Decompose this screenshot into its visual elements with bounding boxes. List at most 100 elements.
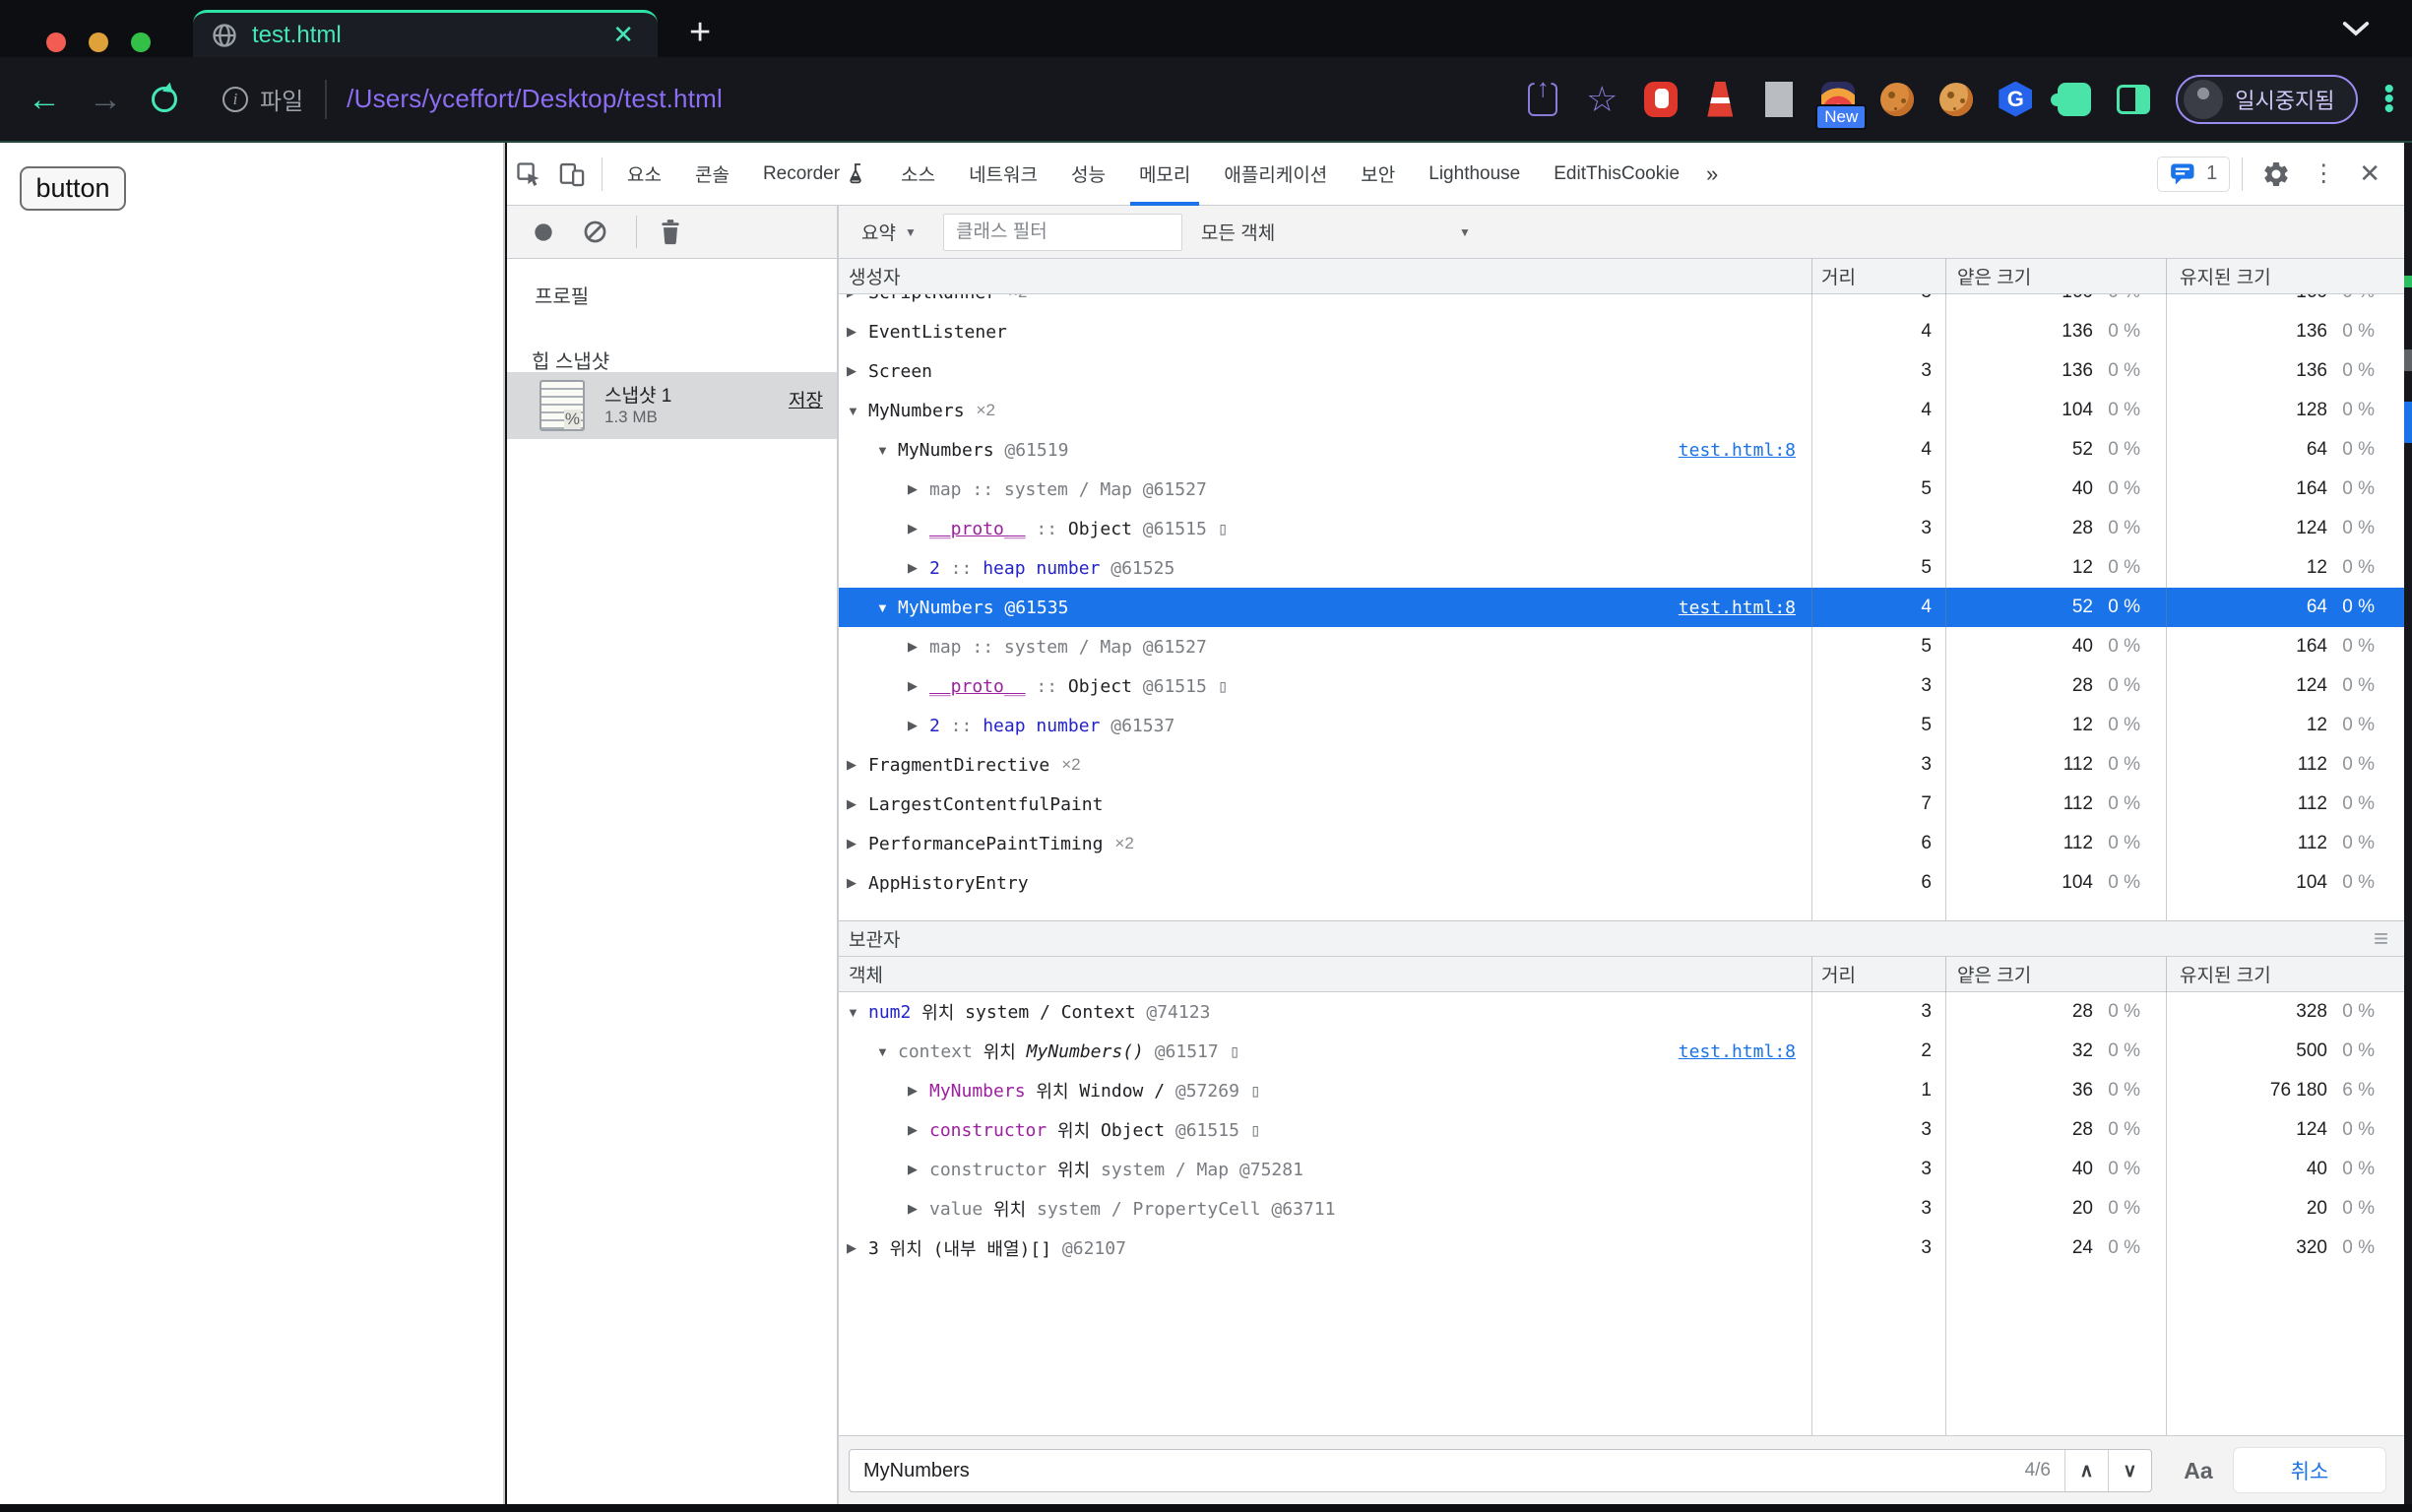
device-toolbar-icon[interactable] (550, 153, 594, 196)
expand-arrow-icon[interactable]: ▶ (908, 678, 929, 694)
share-icon[interactable] (1526, 82, 1559, 116)
tab-search-chevron-icon[interactable] (2341, 18, 2371, 39)
cookie-icon[interactable] (1880, 82, 1915, 116)
perspective-select[interactable]: 요약 ▼ (861, 206, 917, 258)
retainers-splitter[interactable]: 보관자 ≡ (839, 920, 2404, 957)
devtools-tab-5[interactable]: 성능 (1054, 143, 1122, 206)
constructor-row[interactable]: ▶ __proto__ :: Object @61515 ▯ 3 28 0 % 124 0 … (839, 666, 2404, 706)
browser-menu-icon[interactable]: • • • (2383, 74, 2394, 123)
class-filter-input[interactable] (943, 214, 1182, 251)
constructor-row-selected[interactable]: ▼ MyNumbers @61535 test.html:8 4 52 0 % 64 0 % (839, 588, 2404, 627)
expand-arrow-icon[interactable]: ▶ (908, 718, 929, 733)
constructor-row[interactable]: ▶ LargestContentfulPaint 7 112 0 % 112 0 % (839, 785, 2404, 824)
expand-arrow-icon[interactable]: ▶ (847, 836, 868, 851)
retainer-row[interactable]: ▼ num2 위치 system / Context @74123 3 28 0 % 32… (839, 992, 2404, 1032)
devtools-menu-icon[interactable]: ⋮ (2302, 159, 2345, 188)
source-link[interactable]: test.html:8 (1679, 1041, 1811, 1062)
collapse-arrow-icon[interactable]: ▼ (847, 404, 868, 418)
devtools-tab-7[interactable]: 애플리케이션 (1207, 143, 1344, 206)
col-shallow-size2[interactable]: 얕은 크기 (1945, 961, 2166, 987)
devtools-tab-8[interactable]: 보안 (1344, 143, 1412, 206)
constructor-row[interactable]: ▶ PerformancePaintTiming ×2 6 112 0 % 112 0 % (839, 824, 2404, 863)
expand-arrow-icon[interactable]: ▶ (847, 757, 868, 773)
record-heap-snapshot-button[interactable] (531, 206, 556, 258)
snapshot-save-link[interactable]: 저장 (789, 386, 823, 412)
retainer-row[interactable]: ▶ MyNumbers 위치 Window / @57269 ▯ 1 36 0 % 76 … (839, 1071, 2404, 1110)
issues-button[interactable]: 1 (2157, 156, 2231, 192)
grammarly-icon[interactable]: G (1999, 81, 2033, 117)
clear-profiles-button[interactable] (582, 206, 608, 258)
address-url[interactable]: /Users/yceffort/Desktop/test.html (347, 84, 723, 114)
constructor-row[interactable]: ▼ MyNumbers @61519 test.html:8 4 52 0 % 64 0 % (839, 430, 2404, 470)
constructor-row[interactable]: ▶ Screen 3 136 0 % 136 0 % (839, 351, 2404, 391)
col-constructor[interactable]: 생성자 (839, 263, 1811, 289)
expand-arrow-icon[interactable]: ▶ (847, 294, 868, 300)
new-tab-button[interactable]: + (689, 14, 711, 51)
settings-gear-icon[interactable] (2254, 153, 2298, 196)
lighthouse-ext-icon[interactable] (1703, 81, 1737, 117)
constructor-row[interactable]: ▼ MyNumbers ×2 4 104 0 % 128 0 % (839, 391, 2404, 430)
splitter-grip-icon[interactable]: ≡ (2374, 923, 2404, 954)
devtools-tab-2[interactable]: Recorder (746, 143, 884, 206)
constructor-row[interactable]: ▶ map :: system / Map @61527 5 40 0 % 164 0 % (839, 627, 2404, 666)
devtools-tab-1[interactable]: 콘솔 (678, 143, 746, 206)
constructor-row[interactable]: ▶ EventListener 4 136 0 % 136 0 % (839, 312, 2404, 351)
devtools-tab-10[interactable]: EditThisCookie (1537, 143, 1696, 206)
expand-arrow-icon[interactable]: ▶ (908, 1162, 929, 1177)
inspect-element-icon[interactable] (507, 153, 550, 196)
collapse-arrow-icon[interactable]: ▼ (876, 1044, 898, 1059)
arc-icon[interactable]: New (1815, 81, 1868, 130)
retainer-row[interactable]: ▶ constructor 위치 Object @61515 ▯ 3 28 0 % 124… (839, 1110, 2404, 1150)
expand-arrow-icon[interactable]: ▶ (908, 639, 929, 655)
bookmark-star-icon[interactable]: ☆ (1585, 79, 1619, 119)
back-button[interactable]: ← (28, 83, 61, 116)
expand-arrow-icon[interactable]: ▶ (908, 481, 929, 497)
objects-filter-arrow-icon[interactable]: ▼ (1450, 206, 1471, 258)
expand-arrow-icon[interactable]: ▶ (908, 1122, 929, 1138)
retainer-row[interactable]: ▶ constructor 위치 system / Map @75281 3 40 0 … (839, 1150, 2404, 1189)
retainer-row[interactable]: ▼ context 위치 MyNumbers() @61517 ▯ test.htm… (839, 1032, 2404, 1071)
col-retained-size2[interactable]: 유지된 크기 (2166, 961, 2404, 987)
col-object[interactable]: 객체 (839, 961, 1811, 987)
devtools-close-icon[interactable]: ✕ (2349, 158, 2390, 189)
browser-tab[interactable]: test.html ✕ (193, 10, 658, 57)
forward-button[interactable]: → (89, 83, 122, 116)
constructor-row[interactable]: ▶ __proto__ :: Object @61515 ▯ 3 28 0 % 124 0 … (839, 509, 2404, 548)
devtools-tab-9[interactable]: Lighthouse (1412, 143, 1537, 206)
match-case-toggle[interactable]: Aa (2174, 1449, 2223, 1492)
constructor-row[interactable]: ▶ map :: system / Map @61527 5 40 0 % 164 0 % (839, 470, 2404, 509)
expand-arrow-icon[interactable]: ▶ (908, 1201, 929, 1217)
find-input[interactable] (850, 1450, 2025, 1491)
expand-arrow-icon[interactable]: ▶ (908, 560, 929, 576)
col-distance2[interactable]: 거리 (1811, 961, 1945, 987)
extensions-puzzle-icon[interactable] (2051, 82, 2092, 116)
find-previous-button[interactable]: ∧ (2064, 1450, 2108, 1491)
page-button[interactable]: button (20, 166, 126, 211)
sidebar-ext-icon[interactable] (2117, 83, 2151, 116)
collapse-arrow-icon[interactable]: ▼ (876, 600, 898, 615)
devtools-tab-4[interactable]: 네트워크 (952, 143, 1054, 206)
expand-arrow-icon[interactable]: ▶ (908, 1083, 929, 1099)
more-tabs-button[interactable]: » (1696, 161, 1728, 187)
cookie-editor-icon[interactable] (1939, 82, 1974, 116)
source-link[interactable]: test.html:8 (1679, 598, 1811, 618)
expand-arrow-icon[interactable]: ▶ (908, 521, 929, 536)
window-zoom-button[interactable] (131, 32, 151, 52)
tab-close-icon[interactable]: ✕ (606, 20, 640, 50)
expand-arrow-icon[interactable]: ▶ (847, 363, 868, 379)
retainer-row[interactable]: ▶ value 위치 system / PropertyCell @63711 3 2… (839, 1189, 2404, 1228)
profile-button[interactable]: 일시중지됨 (2176, 74, 2359, 124)
constructor-row[interactable]: ▶ScriptRunner×231600 %1600 % (839, 294, 2404, 312)
expand-arrow-icon[interactable]: ▶ (847, 1240, 868, 1256)
constructor-row[interactable]: ▶ FragmentDirective ×2 3 112 0 % 112 0 % (839, 745, 2404, 785)
collapse-arrow-icon[interactable]: ▼ (876, 443, 898, 458)
devtools-tab-3[interactable]: 소스 (884, 143, 952, 206)
expand-arrow-icon[interactable]: ▶ (847, 875, 868, 891)
cancel-button[interactable]: 취소 (2233, 1447, 2386, 1493)
source-link[interactable]: test.html:8 (1679, 440, 1811, 461)
gray-ext-icon[interactable] (1762, 81, 1796, 117)
col-shallow-size[interactable]: 얕은 크기 (1945, 263, 2166, 289)
objects-filter-select[interactable]: 모든 객체 (1201, 206, 1275, 258)
retainer-row[interactable]: ▶ 3 위치 (내부 배열)[] @62107 3 24 0 % 320 0 % (839, 1228, 2404, 1268)
constructor-row[interactable]: ▶ 2 :: heap number @61537 5 12 0 % 12 0 % (839, 706, 2404, 745)
